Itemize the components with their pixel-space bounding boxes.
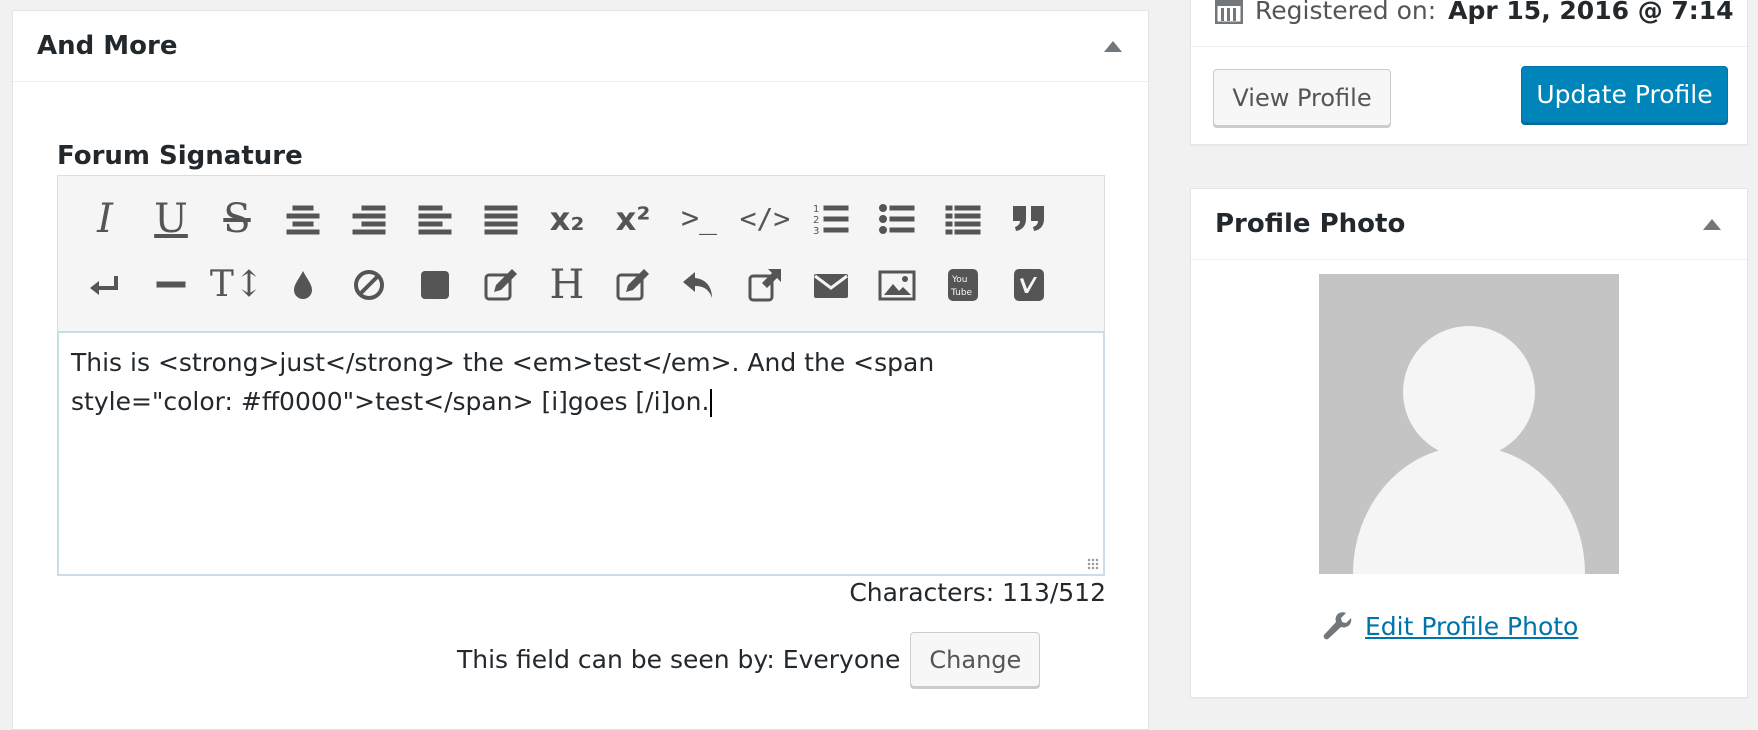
align-justify-icon: [484, 205, 518, 235]
color-button[interactable]: [270, 252, 336, 318]
vimeo-icon: [1014, 269, 1044, 301]
update-profile-button[interactable]: Update Profile: [1521, 66, 1728, 123]
signature-editor: I U S x₂ x² >_ </> 123 T↕ H You Tube Thi…: [57, 175, 1105, 576]
strikethrough-button[interactable]: S: [204, 186, 270, 252]
signature-text: This is <strong>just</strong> the <em>te…: [71, 348, 943, 416]
list-button[interactable]: [930, 186, 996, 252]
external-link-icon: [748, 269, 781, 302]
clear-format-button[interactable]: [336, 252, 402, 318]
line-break-button[interactable]: [72, 252, 138, 318]
edit-photo-row: Edit Profile Photo: [1321, 609, 1578, 643]
visibility-row: This field can be seen by: Everyone Chan…: [457, 632, 1041, 687]
reply-button[interactable]: [666, 252, 732, 318]
font-size-icon: T↕: [209, 264, 265, 305]
registered-label: Registered on:: [1255, 0, 1437, 25]
unordered-list-button[interactable]: [864, 186, 930, 252]
align-left-button[interactable]: [402, 186, 468, 252]
image-icon: [878, 270, 916, 301]
visibility-text: This field can be seen by: Everyone: [457, 645, 901, 674]
square-icon: [421, 271, 449, 299]
image-button[interactable]: [864, 252, 930, 318]
vimeo-button[interactable]: [996, 252, 1062, 318]
view-profile-button[interactable]: View Profile: [1213, 69, 1391, 126]
edit-button-2[interactable]: [600, 252, 666, 318]
ordered-list-button[interactable]: 123: [798, 186, 864, 252]
and-more-header: And More: [13, 11, 1148, 82]
registered-value: Apr 15, 2016 @ 7:14: [1448, 0, 1734, 25]
subscript-icon: x₂: [549, 200, 585, 238]
strikethrough-icon: S: [223, 196, 251, 242]
collapse-arrow-icon[interactable]: [1703, 218, 1721, 230]
profile-photo-title: Profile Photo: [1215, 209, 1406, 239]
registered-row: Registered on: Apr 15, 2016 @ 7:14: [1215, 0, 1734, 25]
character-count: Characters: 113/512: [849, 578, 1106, 607]
edit-profile-photo-link[interactable]: Edit Profile Photo: [1365, 612, 1578, 641]
collapse-arrow-icon[interactable]: [1104, 40, 1122, 52]
resize-grip-icon[interactable]: [1087, 558, 1099, 570]
youtube-button[interactable]: You Tube: [930, 252, 996, 318]
align-left-icon: [418, 205, 452, 235]
envelope-icon: [814, 274, 848, 298]
superscript-button[interactable]: x²: [600, 186, 666, 252]
text-caret: [710, 389, 713, 417]
align-right-icon: [352, 205, 386, 235]
ordered-list-icon: 123: [813, 204, 849, 237]
subscript-button[interactable]: x₂: [534, 186, 600, 252]
terminal-icon: >_: [680, 201, 718, 236]
and-more-title: And More: [37, 31, 178, 61]
publish-box: Registered on: Apr 15, 2016 @ 7:14 View …: [1190, 0, 1748, 145]
calendar-icon: [1215, 0, 1243, 24]
superscript-icon: x²: [615, 200, 651, 238]
heading-icon: H: [549, 262, 585, 308]
code-button[interactable]: </>: [732, 186, 798, 252]
font-size-button[interactable]: T↕: [204, 252, 270, 318]
line-break-icon: [90, 276, 118, 295]
terminal-button[interactable]: >_: [666, 186, 732, 252]
no-format-icon: [354, 270, 384, 300]
change-button[interactable]: Change: [910, 632, 1041, 687]
svg-text:2: 2: [813, 215, 819, 226]
italic-icon: I: [97, 196, 113, 242]
edit-icon: [616, 269, 649, 301]
signature-textarea[interactable]: This is <strong>just</strong> the <em>te…: [57, 331, 1105, 576]
underline-icon: U: [154, 196, 188, 242]
edit-button[interactable]: [468, 252, 534, 318]
default-avatar-icon: [1353, 326, 1585, 574]
align-center-icon: [286, 205, 320, 235]
svg-text:3: 3: [813, 226, 819, 237]
editor-toolbar: I U S x₂ x² >_ </> 123 T↕ H You Tube: [58, 176, 1104, 332]
italic-button[interactable]: I: [72, 186, 138, 252]
quote-icon: [1013, 206, 1044, 231]
and-more-box: And More Forum Signature I U S x₂ x² >_: [12, 10, 1149, 730]
align-right-button[interactable]: [336, 186, 402, 252]
color-drop-icon: [294, 271, 312, 299]
unordered-list-icon: [879, 204, 915, 234]
svg-text:Tube: Tube: [950, 288, 973, 298]
reply-icon: [683, 272, 712, 298]
code-icon: </>: [739, 202, 791, 235]
align-center-button[interactable]: [270, 186, 336, 252]
svg-text:You: You: [951, 275, 968, 285]
email-button[interactable]: [798, 252, 864, 318]
avatar: [1319, 274, 1619, 574]
square-button[interactable]: [402, 252, 468, 318]
external-link-button[interactable]: [732, 252, 798, 318]
edit-icon: [484, 269, 517, 301]
svg-text:1: 1: [813, 204, 819, 215]
profile-photo-box: Profile Photo Edit Profile Photo: [1190, 188, 1748, 698]
horizontal-rule-button[interactable]: [138, 252, 204, 318]
youtube-icon: You Tube: [948, 269, 978, 301]
quote-button[interactable]: [996, 186, 1062, 252]
underline-button[interactable]: U: [138, 186, 204, 252]
profile-photo-header: Profile Photo: [1191, 189, 1747, 260]
forum-signature-label: Forum Signature: [57, 141, 303, 171]
horizontal-rule-icon: [156, 281, 186, 288]
align-justify-button[interactable]: [468, 186, 534, 252]
heading-button[interactable]: H: [534, 252, 600, 318]
divider: [1191, 46, 1747, 47]
list-icon: [945, 205, 981, 235]
wrench-icon: [1323, 612, 1352, 640]
